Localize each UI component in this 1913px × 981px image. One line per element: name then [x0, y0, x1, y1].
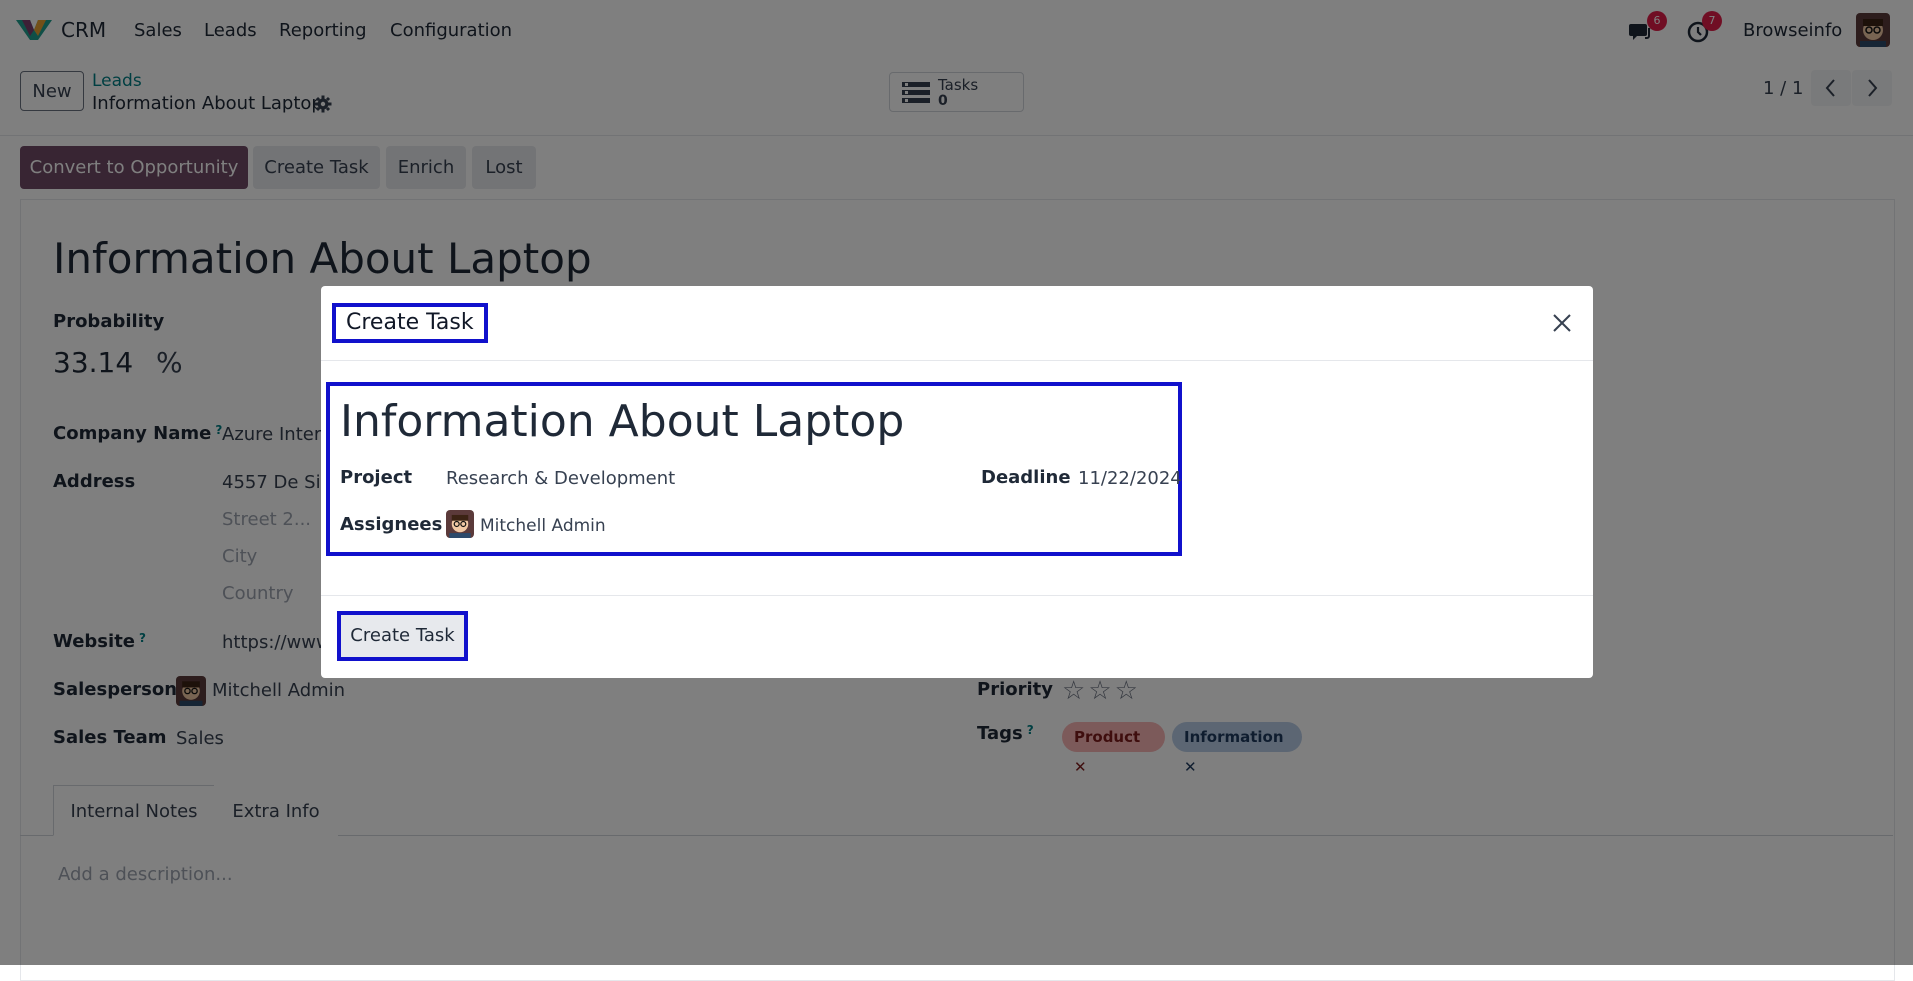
crm-app: CRM Sales Leads Reporting Configuration … [0, 0, 1913, 981]
project-field[interactable]: Research & Development [446, 468, 675, 489]
create-task-dialog: Create Task Information About Laptop Pro… [321, 286, 1593, 678]
deadline-label: Deadline [981, 467, 1071, 488]
task-name-field[interactable]: Information About Laptop [340, 396, 904, 447]
dialog-header: Create Task [321, 286, 1593, 361]
project-label: Project [340, 467, 413, 488]
close-icon[interactable] [1547, 308, 1577, 338]
dialog-footer: Create Task [321, 595, 1593, 679]
assignees-label: Assignees [340, 514, 443, 535]
assignee-field[interactable]: Mitchell Admin [480, 516, 606, 536]
dialog-title: Create Task [332, 303, 488, 343]
assignee-avatar [446, 510, 474, 538]
create-task-submit-button[interactable]: Create Task [337, 611, 468, 661]
task-form: Information About Laptop Project Researc… [326, 382, 1182, 556]
deadline-field[interactable]: 11/22/2024 [1078, 468, 1182, 489]
